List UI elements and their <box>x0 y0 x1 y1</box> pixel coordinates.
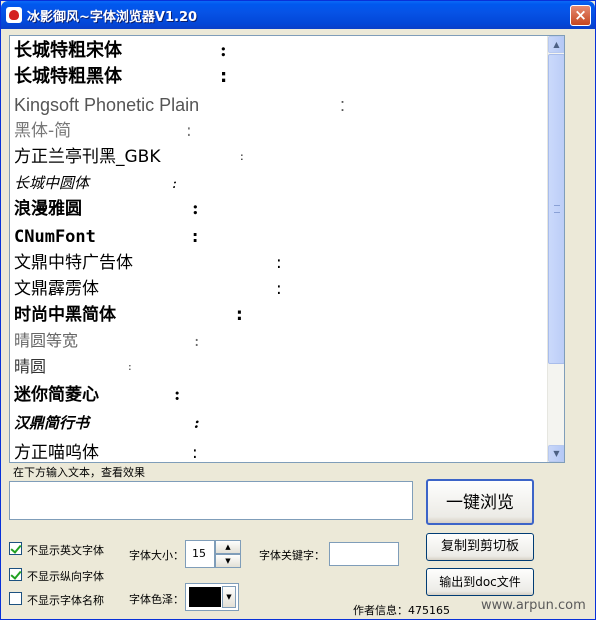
chevron-down-icon[interactable]: ▼ <box>222 586 236 608</box>
font-sample: : <box>174 385 181 405</box>
app-window: 冰影御风~字体浏览器V1.20 × 长城特粗宋体: 长城特粗黑体: Kingso… <box>0 0 596 620</box>
font-sample: : <box>240 150 244 163</box>
font-size-label: 字体大小： <box>129 549 184 562</box>
font-keyword-label: 字体关键字： <box>259 549 325 562</box>
font-name: 晴圆 <box>14 357 47 376</box>
font-row: 晴圆: <box>14 354 132 380</box>
font-list-content: 长城特粗宋体: 长城特粗黑体: Kingsoft Phonetic Plain:… <box>10 36 548 462</box>
option-label: 不显示英文字体 <box>27 544 104 557</box>
vertical-scrollbar[interactable]: ▲ ▼ <box>547 36 564 462</box>
font-sample: : <box>236 305 243 325</box>
font-preview-list[interactable]: 长城特粗宋体: 长城特粗黑体: Kingsoft Phonetic Plain:… <box>9 35 565 463</box>
font-sample: : <box>190 227 201 247</box>
copy-to-clipboard-button[interactable]: 复制到剪切板 <box>426 533 534 561</box>
font-name: CNumFont <box>14 227 96 247</box>
font-row: 汉鼎简行书: <box>14 410 200 436</box>
app-icon <box>6 7 22 23</box>
font-size-up-button[interactable]: ▲ <box>215 540 241 554</box>
font-sample: : <box>276 253 282 273</box>
font-sample: : <box>194 331 200 350</box>
font-sample: : <box>128 360 132 373</box>
export-doc-button[interactable]: 输出到doc文件 <box>426 568 534 596</box>
color-swatch <box>189 587 221 607</box>
font-color-label: 字体色泽： <box>129 593 184 606</box>
font-sample: : <box>172 174 178 192</box>
font-name: 迷你简菱心 <box>14 385 99 405</box>
font-sample: : <box>220 40 227 61</box>
font-name: 时尚中黑简体 <box>14 305 116 325</box>
font-size-input[interactable]: 15 <box>185 540 215 568</box>
font-row: 方正兰亭刊黑_GBK: <box>14 144 244 170</box>
font-name: 长城特粗宋体 <box>14 40 122 61</box>
font-row: 时尚中黑简体: <box>14 302 243 328</box>
checkbox-checked[interactable] <box>9 542 22 555</box>
font-row: Kingsoft Phonetic Plain: <box>14 92 345 118</box>
font-sample: : <box>192 443 198 462</box>
font-row: 长城特粗宋体: <box>14 38 227 64</box>
sample-text-input[interactable] <box>9 481 413 520</box>
scroll-thumb[interactable] <box>548 54 564 364</box>
font-sample: : <box>340 95 346 115</box>
watermark-text: www.arpun.com <box>479 598 588 613</box>
font-row: 长城特粗黑体: <box>14 64 227 90</box>
scroll-up-button[interactable]: ▲ <box>548 36 564 53</box>
font-row: 文鼎霹雳体: <box>14 276 282 302</box>
font-row: 浪漫雅圆: <box>14 196 199 222</box>
font-sample: : <box>276 279 282 299</box>
font-row: 文鼎中特广告体: <box>14 250 282 276</box>
browse-all-button[interactable]: 一键浏览 <box>426 479 534 525</box>
input-hint-label: 在下方输入文本，查看效果 <box>13 466 145 479</box>
font-keyword-input[interactable] <box>329 542 399 566</box>
option-label: 不显示纵向字体 <box>27 570 104 583</box>
font-name: 汉鼎简行书 <box>14 414 90 432</box>
grip-icon <box>554 205 560 213</box>
author-info: 作者信息：475165 <box>353 604 450 617</box>
font-name: 方正喵呜体 <box>14 443 99 462</box>
font-row: CNumFont: <box>14 224 200 250</box>
option-label: 不显示字体名称 <box>27 594 104 607</box>
checkbox-unchecked[interactable] <box>9 592 22 605</box>
close-button[interactable]: × <box>570 5 591 26</box>
font-name: 文鼎中特广告体 <box>14 253 133 273</box>
font-name: 浪漫雅圆 <box>14 199 82 219</box>
font-row: 长城中圆体: <box>14 170 177 196</box>
font-row: 方正喵呜体: <box>14 440 198 462</box>
font-sample: : <box>192 198 199 219</box>
title-bar[interactable]: 冰影御风~字体浏览器V1.20 × <box>1 1 595 29</box>
font-row: 迷你简菱心: <box>14 382 180 408</box>
font-size-down-button[interactable]: ▼ <box>215 554 241 568</box>
font-name: 长城中圆体 <box>14 174 90 192</box>
font-row: 黑体-简: <box>14 118 192 144</box>
font-sample: : <box>194 414 200 432</box>
window-title: 冰影御风~字体浏览器V1.20 <box>27 10 198 25</box>
font-name: Kingsoft Phonetic Plain <box>14 95 200 115</box>
font-row: 晴圆等宽: <box>14 328 199 354</box>
scroll-down-button[interactable]: ▼ <box>548 445 564 462</box>
font-name: 文鼎霹雳体 <box>14 279 99 299</box>
font-sample: : <box>186 121 192 141</box>
font-color-picker[interactable]: ▼ <box>185 583 239 611</box>
font-sample: : <box>220 66 228 87</box>
checkbox-checked[interactable] <box>9 568 22 581</box>
font-name: 方正兰亭刊黑_GBK <box>14 147 161 167</box>
font-name: 黑体-简 <box>14 121 72 141</box>
font-name: 晴圆等宽 <box>14 331 79 350</box>
font-name: 长城特粗黑体 <box>14 66 122 87</box>
